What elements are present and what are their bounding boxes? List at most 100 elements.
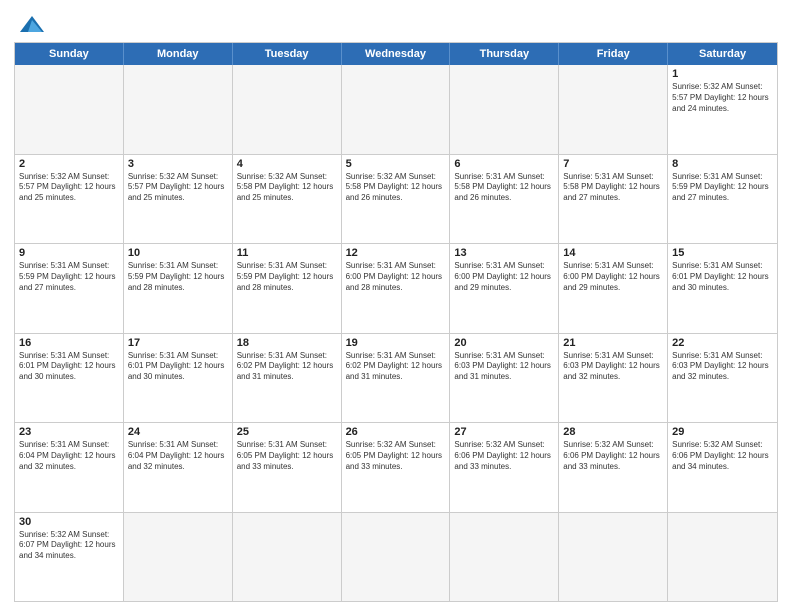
day-number: 30 xyxy=(19,516,119,528)
day-number: 14 xyxy=(563,247,663,259)
day-cell-24: 24Sunrise: 5:31 AM Sunset: 6:04 PM Dayli… xyxy=(124,423,233,512)
day-number: 22 xyxy=(672,337,773,349)
day-number: 4 xyxy=(237,158,337,170)
day-info: Sunrise: 5:31 AM Sunset: 6:04 PM Dayligh… xyxy=(19,440,119,472)
logo xyxy=(14,10,46,36)
day-number: 10 xyxy=(128,247,228,259)
calendar: SundayMondayTuesdayWednesdayThursdayFrid… xyxy=(14,42,778,602)
day-header-wednesday: Wednesday xyxy=(342,43,451,65)
empty-cell xyxy=(124,65,233,154)
day-cell-5: 5 Sunrise: 5:32 AM Sunset: 5:58 PM Daylig… xyxy=(342,155,451,244)
day-info: Sunrise: 5:32 AM Sunset: 5:58 PM Dayligh… xyxy=(346,172,446,204)
day-cell-11: 11Sunrise: 5:31 AM Sunset: 5:59 PM Dayli… xyxy=(233,244,342,333)
day-info: Sunrise: 5:31 AM Sunset: 6:03 PM Dayligh… xyxy=(672,351,773,383)
day-info: Sunrise: 5:32 AM Sunset: 6:05 PM Dayligh… xyxy=(346,440,446,472)
day-cell-14: 14 Sunrise: 5:31 AM Sunset: 6:00 PM Dayli… xyxy=(559,244,668,333)
week-row-5: 30 Sunrise: 5:32 AM Sunset: 6:07 PM Dayli… xyxy=(15,513,777,602)
day-info: Sunrise: 5:32 AM Sunset: 5:57 PM Dayligh… xyxy=(128,172,228,204)
day-info: Sunrise: 5:31 AM Sunset: 6:00 PM Dayligh… xyxy=(346,261,446,293)
empty-cell xyxy=(450,513,559,602)
day-number: 20 xyxy=(454,337,554,349)
day-number: 25 xyxy=(237,426,337,438)
day-number: 17 xyxy=(128,337,228,349)
day-cell-17: 17 Sunrise: 5:31 AM Sunset: 6:01 PM Dayli… xyxy=(124,334,233,423)
day-number: 15 xyxy=(672,247,773,259)
week-row-1: 2 Sunrise: 5:32 AM Sunset: 5:57 PM Daylig… xyxy=(15,155,777,245)
day-info: Sunrise: 5:31 AM Sunset: 6:04 PM Dayligh… xyxy=(128,440,228,472)
day-info: Sunrise: 5:31 AM Sunset: 6:01 PM Dayligh… xyxy=(672,261,773,293)
empty-cell xyxy=(559,513,668,602)
day-header-tuesday: Tuesday xyxy=(233,43,342,65)
day-cell-2: 2 Sunrise: 5:32 AM Sunset: 5:57 PM Daylig… xyxy=(15,155,124,244)
day-info: Sunrise: 5:31 AM Sunset: 5:58 PM Dayligh… xyxy=(454,172,554,204)
day-cell-1: 1Sunrise: 5:32 AM Sunset: 5:57 PM Daylig… xyxy=(668,65,777,154)
day-info: Sunrise: 5:32 AM Sunset: 6:07 PM Dayligh… xyxy=(19,530,119,562)
day-number: 29 xyxy=(672,426,773,438)
day-number: 5 xyxy=(346,158,446,170)
empty-cell xyxy=(342,65,451,154)
day-number: 9 xyxy=(19,247,119,259)
day-number: 19 xyxy=(346,337,446,349)
day-info: Sunrise: 5:32 AM Sunset: 5:58 PM Dayligh… xyxy=(237,172,337,204)
day-cell-18: 18 Sunrise: 5:31 AM Sunset: 6:02 PM Dayli… xyxy=(233,334,342,423)
day-cell-15: 15 Sunrise: 5:31 AM Sunset: 6:01 PM Dayli… xyxy=(668,244,777,333)
week-row-4: 23 Sunrise: 5:31 AM Sunset: 6:04 PM Dayli… xyxy=(15,423,777,513)
day-cell-7: 7Sunrise: 5:31 AM Sunset: 5:58 PM Daylig… xyxy=(559,155,668,244)
day-number: 18 xyxy=(237,337,337,349)
logo-icon xyxy=(18,14,46,36)
day-info: Sunrise: 5:31 AM Sunset: 6:02 PM Dayligh… xyxy=(237,351,337,383)
day-info: Sunrise: 5:32 AM Sunset: 5:57 PM Dayligh… xyxy=(19,172,119,204)
page: SundayMondayTuesdayWednesdayThursdayFrid… xyxy=(0,0,792,612)
header xyxy=(14,10,778,36)
day-cell-28: 28Sunrise: 5:32 AM Sunset: 6:06 PM Dayli… xyxy=(559,423,668,512)
day-cell-8: 8Sunrise: 5:31 AM Sunset: 5:59 PM Daylig… xyxy=(668,155,777,244)
calendar-body: 1Sunrise: 5:32 AM Sunset: 5:57 PM Daylig… xyxy=(15,65,777,601)
day-info: Sunrise: 5:31 AM Sunset: 6:00 PM Dayligh… xyxy=(454,261,554,293)
day-cell-26: 26 Sunrise: 5:32 AM Sunset: 6:05 PM Dayli… xyxy=(342,423,451,512)
day-number: 28 xyxy=(563,426,663,438)
week-row-3: 16 Sunrise: 5:31 AM Sunset: 6:01 PM Dayli… xyxy=(15,334,777,424)
day-cell-29: 29 Sunrise: 5:32 AM Sunset: 6:06 PM Dayli… xyxy=(668,423,777,512)
day-header-friday: Friday xyxy=(559,43,668,65)
day-cell-12: 12 Sunrise: 5:31 AM Sunset: 6:00 PM Dayli… xyxy=(342,244,451,333)
day-info: Sunrise: 5:32 AM Sunset: 6:06 PM Dayligh… xyxy=(672,440,773,472)
empty-cell xyxy=(342,513,451,602)
day-cell-16: 16 Sunrise: 5:31 AM Sunset: 6:01 PM Dayli… xyxy=(15,334,124,423)
empty-cell xyxy=(233,513,342,602)
day-cell-30: 30 Sunrise: 5:32 AM Sunset: 6:07 PM Dayli… xyxy=(15,513,124,602)
day-header-saturday: Saturday xyxy=(668,43,777,65)
day-info: Sunrise: 5:31 AM Sunset: 6:00 PM Dayligh… xyxy=(563,261,663,293)
day-cell-20: 20Sunrise: 5:31 AM Sunset: 6:03 PM Dayli… xyxy=(450,334,559,423)
day-cell-9: 9Sunrise: 5:31 AM Sunset: 5:59 PM Daylig… xyxy=(15,244,124,333)
day-cell-22: 22 Sunrise: 5:31 AM Sunset: 6:03 PM Dayli… xyxy=(668,334,777,423)
day-info: Sunrise: 5:32 AM Sunset: 5:57 PM Dayligh… xyxy=(672,82,773,114)
day-number: 16 xyxy=(19,337,119,349)
day-number: 27 xyxy=(454,426,554,438)
day-number: 3 xyxy=(128,158,228,170)
week-row-2: 9Sunrise: 5:31 AM Sunset: 5:59 PM Daylig… xyxy=(15,244,777,334)
day-number: 12 xyxy=(346,247,446,259)
day-header-thursday: Thursday xyxy=(450,43,559,65)
day-cell-23: 23 Sunrise: 5:31 AM Sunset: 6:04 PM Dayli… xyxy=(15,423,124,512)
empty-cell xyxy=(233,65,342,154)
day-number: 2 xyxy=(19,158,119,170)
day-cell-21: 21Sunrise: 5:31 AM Sunset: 6:03 PM Dayli… xyxy=(559,334,668,423)
day-number: 11 xyxy=(237,247,337,259)
day-number: 23 xyxy=(19,426,119,438)
day-cell-13: 13 Sunrise: 5:31 AM Sunset: 6:00 PM Dayli… xyxy=(450,244,559,333)
week-row-0: 1Sunrise: 5:32 AM Sunset: 5:57 PM Daylig… xyxy=(15,65,777,155)
calendar-header: SundayMondayTuesdayWednesdayThursdayFrid… xyxy=(15,43,777,65)
day-info: Sunrise: 5:31 AM Sunset: 6:01 PM Dayligh… xyxy=(19,351,119,383)
day-cell-4: 4 Sunrise: 5:32 AM Sunset: 5:58 PM Daylig… xyxy=(233,155,342,244)
day-cell-6: 6 Sunrise: 5:31 AM Sunset: 5:58 PM Daylig… xyxy=(450,155,559,244)
day-number: 13 xyxy=(454,247,554,259)
day-info: Sunrise: 5:31 AM Sunset: 6:02 PM Dayligh… xyxy=(346,351,446,383)
day-cell-19: 19 Sunrise: 5:31 AM Sunset: 6:02 PM Dayli… xyxy=(342,334,451,423)
day-info: Sunrise: 5:31 AM Sunset: 6:01 PM Dayligh… xyxy=(128,351,228,383)
empty-cell xyxy=(15,65,124,154)
day-number: 6 xyxy=(454,158,554,170)
day-info: Sunrise: 5:32 AM Sunset: 6:06 PM Dayligh… xyxy=(454,440,554,472)
day-info: Sunrise: 5:31 AM Sunset: 5:59 PM Dayligh… xyxy=(672,172,773,204)
day-number: 26 xyxy=(346,426,446,438)
day-cell-3: 3 Sunrise: 5:32 AM Sunset: 5:57 PM Daylig… xyxy=(124,155,233,244)
